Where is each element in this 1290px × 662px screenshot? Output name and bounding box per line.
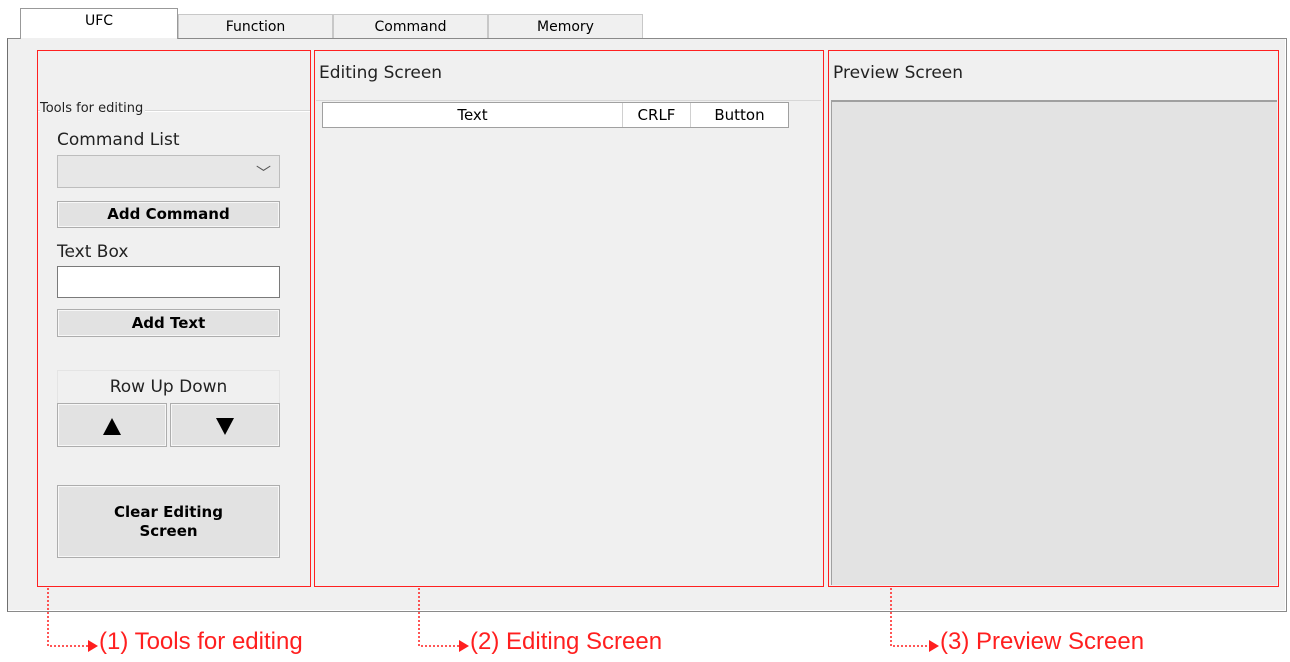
callout-connectors — [47, 588, 939, 652]
